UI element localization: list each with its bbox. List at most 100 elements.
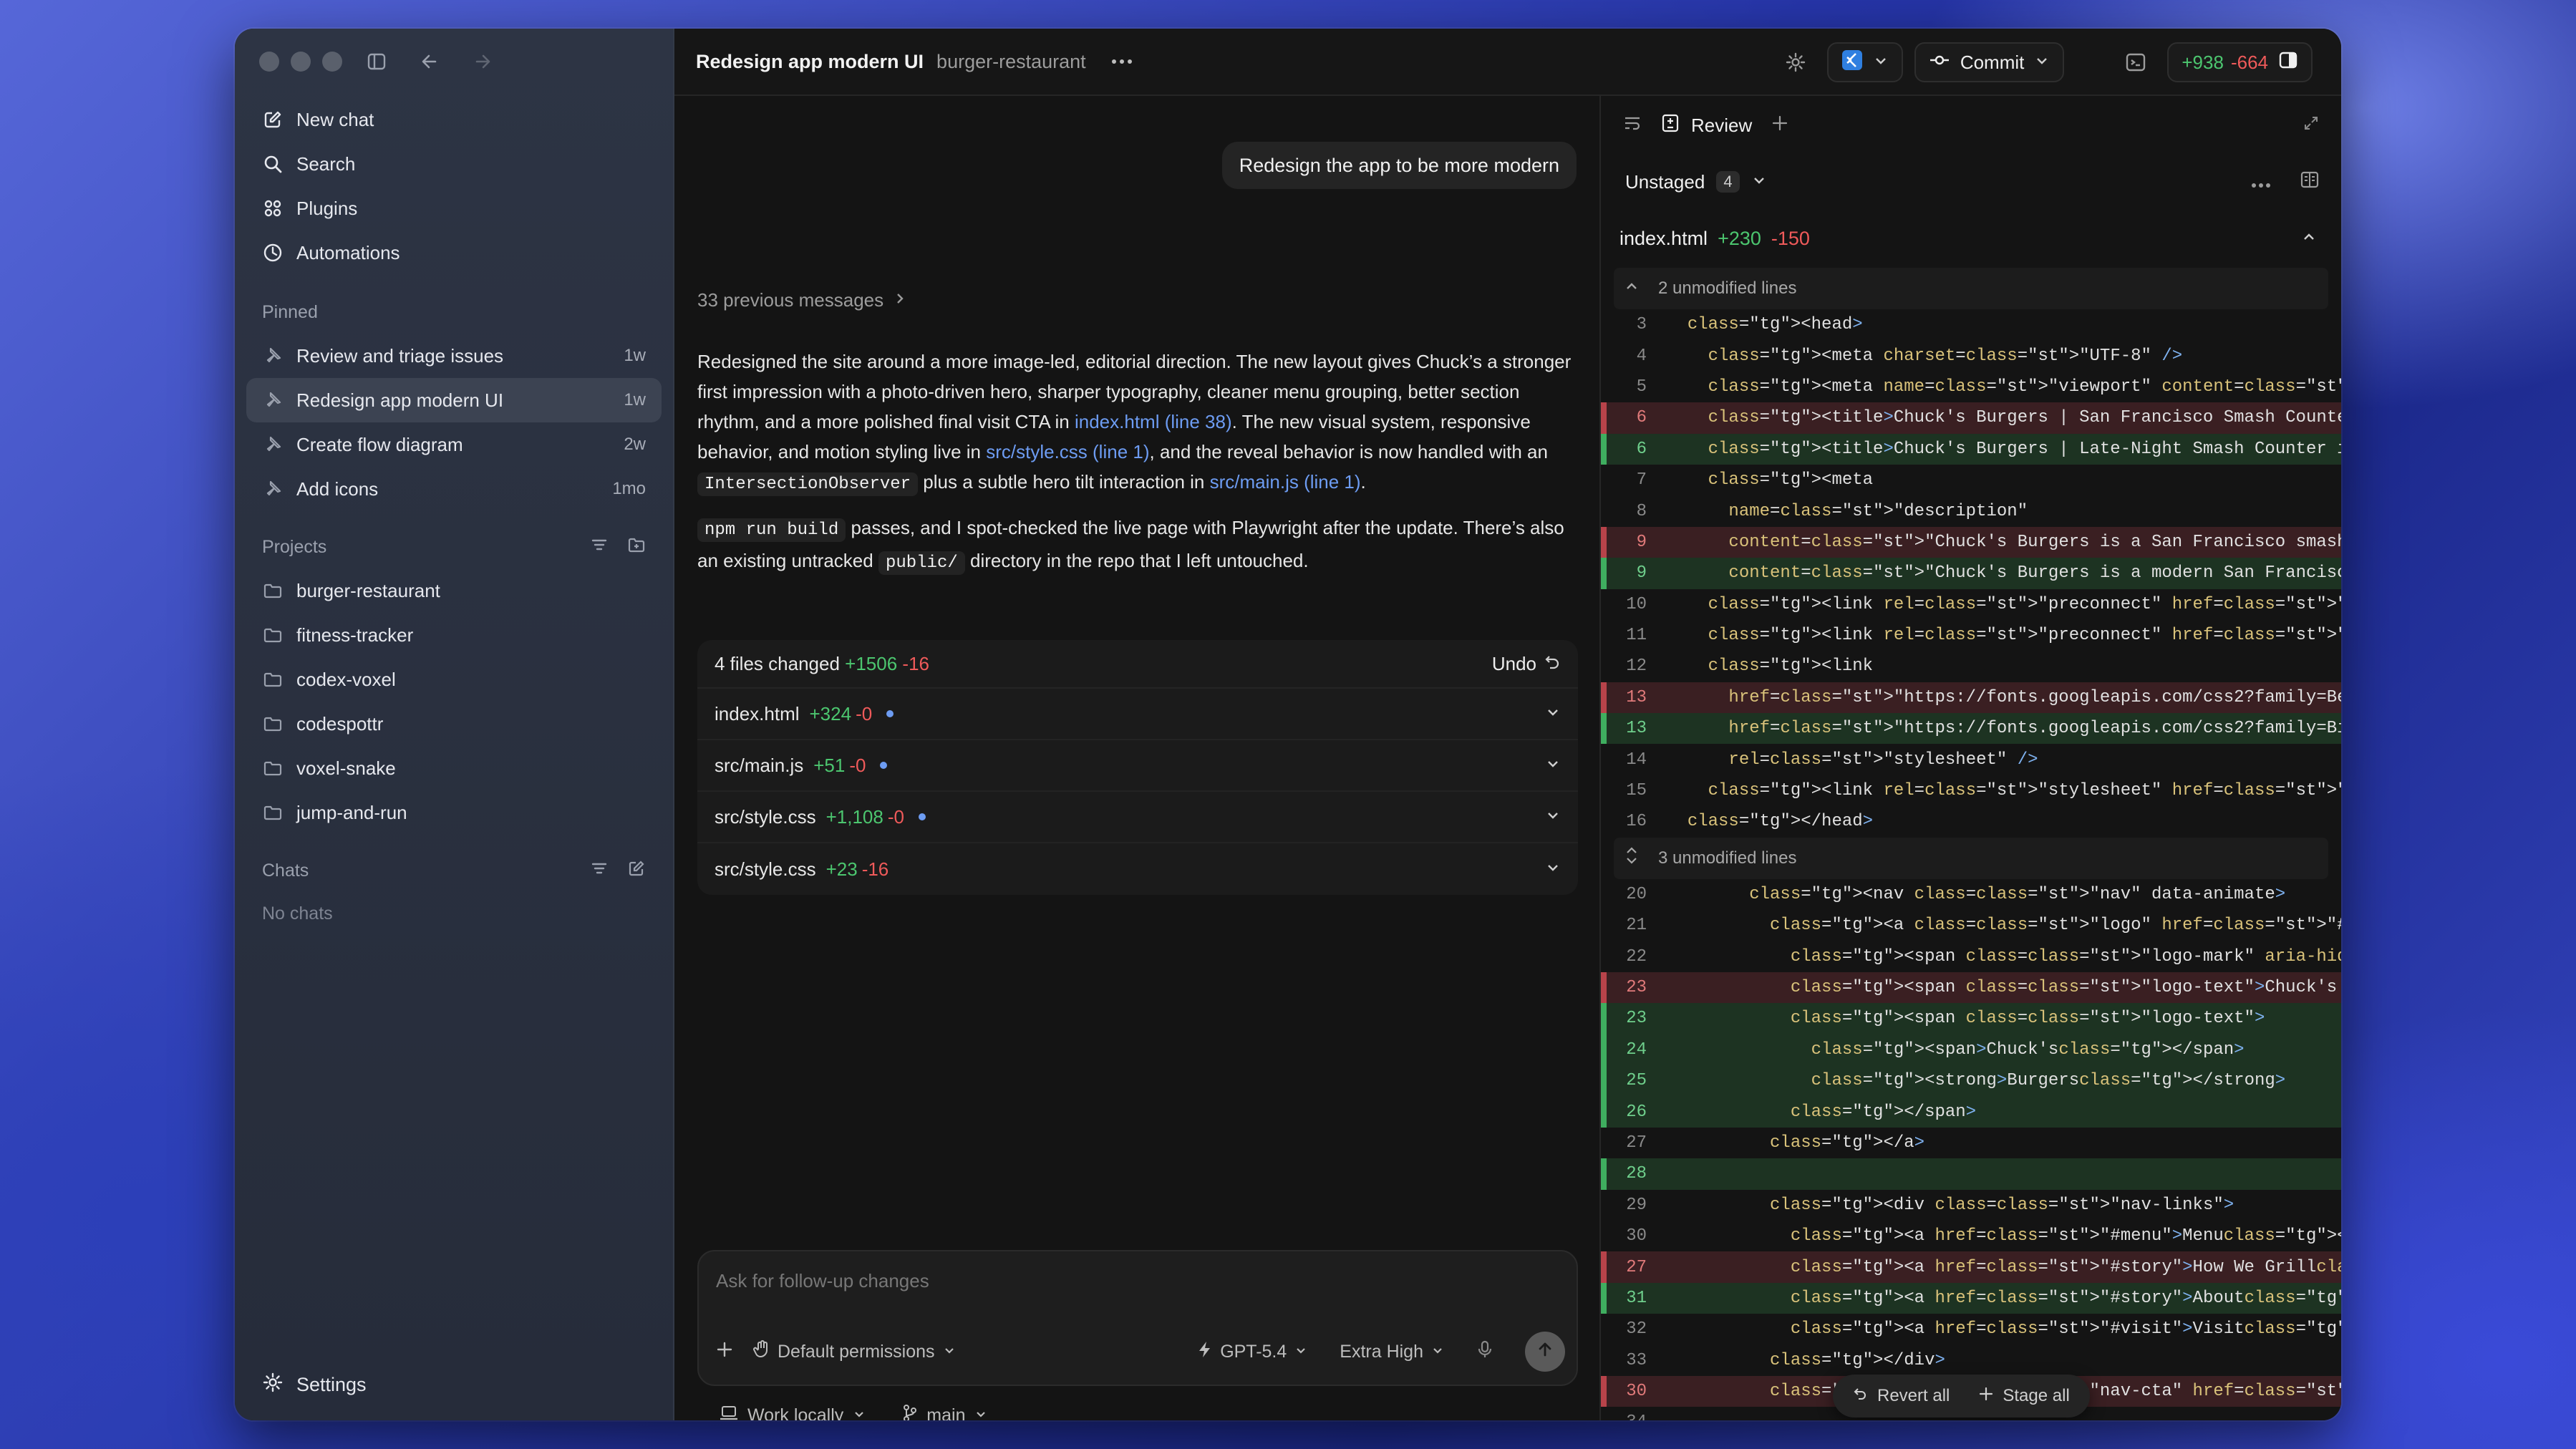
unstaged-dropdown[interactable]: Unstaged 4 bbox=[1625, 171, 1767, 193]
settings-gear-button[interactable] bbox=[1776, 42, 1816, 82]
open-in-editor-button[interactable] bbox=[1826, 42, 1903, 82]
revert-all-button[interactable]: Revert all bbox=[1853, 1386, 1950, 1407]
project-item[interactable]: fitness-tracker bbox=[246, 613, 662, 657]
forward-arrow-icon[interactable] bbox=[467, 46, 498, 77]
model-dropdown[interactable]: GPT-5.4 bbox=[1197, 1340, 1308, 1364]
follow-up-input[interactable]: Ask for follow-up changes bbox=[716, 1270, 929, 1292]
work-location-dropdown[interactable]: Work locally bbox=[719, 1405, 866, 1420]
diff-line: 14 rel=class="st">"stylesheet" /> bbox=[1601, 744, 2341, 775]
pinned-item-redesign-app[interactable]: Redesign app modern UI 1w bbox=[246, 378, 662, 422]
line-code: class="tg"><link rel=class="st">"preconn… bbox=[1708, 594, 2341, 614]
zoom-window-button[interactable] bbox=[322, 52, 342, 72]
clock-icon bbox=[262, 242, 284, 263]
back-arrow-icon[interactable] bbox=[414, 46, 445, 77]
changed-file-row[interactable]: index.html +324 -0 bbox=[697, 689, 1578, 740]
folder-icon bbox=[262, 757, 284, 779]
changed-file-row[interactable]: src/style.css +1,108 -0 bbox=[697, 792, 1578, 843]
project-item[interactable]: codespottr bbox=[246, 702, 662, 746]
unmodified-lines-toggle[interactable]: 2 unmodified lines bbox=[1614, 268, 2328, 309]
commit-icon bbox=[1929, 49, 1950, 76]
pinned-item-flow-diagram[interactable]: Create flow diagram 2w bbox=[246, 422, 662, 467]
new-folder-icon[interactable] bbox=[627, 536, 646, 559]
changed-file-row[interactable]: src/main.js +51 -0 bbox=[697, 740, 1578, 792]
toggle-sidebar-icon[interactable] bbox=[361, 46, 392, 77]
microphone-icon[interactable] bbox=[1476, 1339, 1493, 1365]
diff-line: 8 name=class="st">"description" bbox=[1601, 495, 2341, 526]
diff-line: 29 class="tg"><div class=class="st">"nav… bbox=[1601, 1190, 2341, 1221]
add-tab-icon[interactable] bbox=[1771, 114, 1789, 137]
diff-line: 22 class="tg"><span class=class="st">"lo… bbox=[1601, 941, 2341, 971]
diff-line: 25 class="tg"><strong>Burgersclass="tg">… bbox=[1601, 1065, 2341, 1097]
close-window-button[interactable] bbox=[259, 52, 279, 72]
file-link[interactable]: src/style.css (line 1) bbox=[986, 441, 1149, 462]
chevron-up-icon[interactable] bbox=[2301, 228, 2317, 250]
undo-button[interactable]: Undo bbox=[1492, 653, 1561, 675]
line-code: class="tg"><a href=class="st">"#menu">Me… bbox=[1790, 1226, 2341, 1246]
commit-button[interactable]: Commit bbox=[1914, 42, 2065, 82]
commit-label: Commit bbox=[1960, 51, 2025, 73]
tab-review[interactable]: Review bbox=[1661, 113, 1752, 138]
project-item-label: burger-restaurant bbox=[296, 579, 440, 601]
line-number: 16 bbox=[1626, 812, 1647, 832]
branch-dropdown[interactable]: main bbox=[902, 1404, 988, 1420]
sidebar-item-plugins[interactable]: Plugins bbox=[246, 186, 662, 231]
settings-button[interactable]: Settings bbox=[262, 1363, 367, 1406]
diff-line: 20 class="tg"><nav class=class="st">"nav… bbox=[1601, 879, 2341, 910]
permissions-dropdown[interactable]: Default permissions bbox=[753, 1339, 957, 1364]
review-tabs: Review bbox=[1601, 96, 2341, 155]
assistant-paragraph: Redesigned the site around a more image-… bbox=[697, 346, 1578, 500]
diff-line: 23 class="tg"><span class=class="st">"lo… bbox=[1601, 971, 2341, 1004]
diff-line: 27 class="tg"></a> bbox=[1601, 1128, 2341, 1158]
project-item[interactable]: burger-restaurant bbox=[246, 568, 662, 613]
diff-file-header[interactable]: index.html +230 -150 bbox=[1601, 209, 2341, 268]
sidebar-item-new-chat[interactable]: New chat bbox=[246, 97, 662, 142]
changed-file-row[interactable]: src/style.css +23 -16 bbox=[697, 843, 1578, 895]
expand-icon[interactable] bbox=[2303, 115, 2320, 137]
sidebar-item-automations[interactable]: Automations bbox=[246, 231, 662, 275]
diff-line: 7 class="tg"><meta bbox=[1601, 465, 2341, 495]
diff-line: 33 class="tg"></div> bbox=[1601, 1345, 2341, 1376]
line-number: 8 bbox=[1636, 501, 1647, 521]
previous-messages-link[interactable]: 33 previous messages bbox=[697, 289, 906, 311]
sidebar-toolbar bbox=[361, 46, 498, 77]
file-link[interactable]: index.html (line 38) bbox=[1075, 411, 1232, 432]
filter-icon[interactable] bbox=[590, 536, 609, 559]
diff-file-deletions: -150 bbox=[1771, 227, 1810, 249]
project-item[interactable]: jump-and-run bbox=[246, 790, 662, 835]
changed-file-deletions: -0 bbox=[849, 754, 866, 776]
compose-icon[interactable] bbox=[627, 859, 646, 883]
pinned-item-add-icons[interactable]: Add icons 1mo bbox=[246, 467, 662, 511]
sidebar-item-search[interactable]: Search bbox=[246, 142, 662, 186]
pinned-item-review-triage[interactable]: Review and triage issues 1w bbox=[246, 334, 662, 378]
line-number: 25 bbox=[1626, 1071, 1647, 1091]
more-options-icon[interactable] bbox=[2251, 171, 2271, 193]
bolt-icon bbox=[1197, 1340, 1213, 1364]
stage-all-button[interactable]: Stage all bbox=[1978, 1386, 2070, 1407]
line-code: class="tg"><nav class=class="st">"nav" d… bbox=[1749, 884, 2286, 904]
send-button[interactable] bbox=[1525, 1332, 1565, 1372]
filter-icon[interactable] bbox=[590, 859, 609, 883]
review-icon bbox=[1661, 113, 1680, 138]
project-item[interactable]: voxel-snake bbox=[246, 746, 662, 790]
diff-line: 5 class="tg"><meta name=class="st">"view… bbox=[1601, 372, 2341, 402]
diff-stats-button[interactable]: +938 -664 bbox=[2167, 42, 2313, 82]
line-code: class="tg"><span>Chuck'sclass="tg"></spa… bbox=[1811, 1040, 2245, 1060]
unmodified-lines-toggle[interactable]: 3 unmodified lines bbox=[1614, 837, 2328, 879]
wrap-lines-icon[interactable] bbox=[1622, 113, 1642, 138]
line-code: class="tg"><meta charset=class="st">"UTF… bbox=[1708, 346, 2183, 366]
diff-line: 32 class="tg"><a href=class="st">"#visit… bbox=[1601, 1314, 2341, 1344]
minimize-window-button[interactable] bbox=[291, 52, 311, 72]
diff-line: 4 class="tg"><meta charset=class="st">"U… bbox=[1601, 340, 2341, 371]
line-number: 3 bbox=[1636, 315, 1647, 335]
split-view-icon[interactable] bbox=[2300, 170, 2320, 194]
project-item[interactable]: codex-voxel bbox=[246, 657, 662, 702]
diff-line: 30 class="tg"><a href=class="st">"#menu"… bbox=[1601, 1221, 2341, 1251]
file-link[interactable]: src/main.js (line 1) bbox=[1210, 471, 1361, 493]
add-attachment-icon[interactable] bbox=[715, 1339, 735, 1365]
effort-dropdown[interactable]: Extra High bbox=[1340, 1342, 1445, 1362]
line-code: content=class="st">"Chuck's Burgers is a… bbox=[1728, 563, 2341, 583]
line-number: 15 bbox=[1626, 781, 1647, 801]
more-options-icon[interactable] bbox=[1108, 59, 1136, 64]
inline-code: npm run build bbox=[697, 518, 846, 542]
terminal-button[interactable] bbox=[2116, 42, 2156, 82]
